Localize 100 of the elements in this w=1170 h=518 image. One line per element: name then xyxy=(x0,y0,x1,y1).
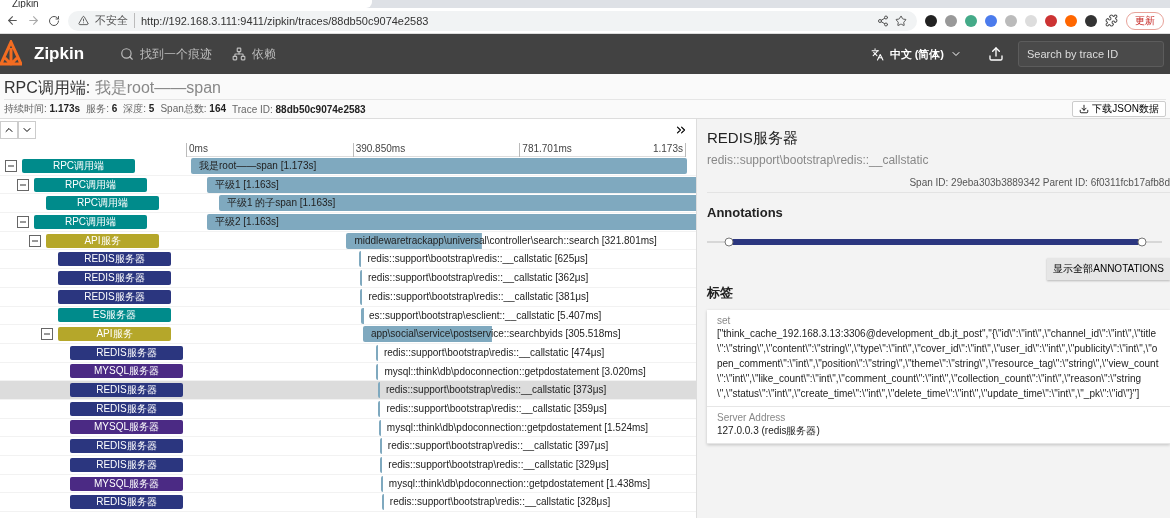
span-service-title: REDIS服务器 xyxy=(707,129,799,148)
address-bar[interactable]: 不安全 http://192.168.3.111:9411/zipkin/traces/88db50c9074e2583 xyxy=(68,10,917,31)
extension-icon[interactable] xyxy=(1085,14,1097,27)
trace-stat: 服务: 6 xyxy=(86,102,118,117)
tag-key: set xyxy=(717,315,1160,326)
upload-icon[interactable] xyxy=(988,46,1004,62)
warning-icon xyxy=(78,15,89,26)
span-row[interactable]: RPC调用端 平级1 [1.163s] xyxy=(0,175,696,195)
service-badge: REDIS服务器 xyxy=(58,252,171,267)
trace-stat: 深度: 5 xyxy=(123,102,155,117)
span-row[interactable]: MYSQL服务器 mysql::think\db\pdoconnection::getpdostatement [1.438ms] xyxy=(0,474,696,494)
span-name-subtitle: redis::support\bootstrap\redis::__callstatic xyxy=(707,153,930,167)
span-row[interactable]: REDIS服务器 redis::support\bootstrap\redis::__callstatic [397μs] xyxy=(0,437,696,456)
span-bar: redis::support\bootstrap\redis::__callstatic [381μs] xyxy=(360,288,589,305)
service-badge: API服务 xyxy=(46,233,159,248)
service-badge: MYSQL服务器 xyxy=(70,476,183,491)
span-bar: redis::support\bootstrap\redis::__callstatic [359μs] xyxy=(378,400,607,417)
trace-stat: 持续时间: 1.173s xyxy=(4,102,81,117)
span-bar: redis::support\bootstrap\redis::__callstatic [625μs] xyxy=(359,251,588,268)
trace-stat: Trace ID: 88db50c9074e2583 xyxy=(232,103,366,115)
annotations-heading: Annotations xyxy=(707,205,784,220)
expand-down-button[interactable] xyxy=(18,121,36,139)
trace-stat: Span总数: 164 xyxy=(160,102,226,117)
span-row[interactable]: MYSQL服务器 mysql::think\db\pdoconnection::getpdostatement [1.524ms] xyxy=(0,418,696,438)
service-badge: API服务 xyxy=(58,327,171,342)
service-badge: REDIS服务器 xyxy=(58,270,171,285)
collapse-icon[interactable] xyxy=(5,159,17,172)
download-icon xyxy=(1079,104,1090,115)
service-badge: RPC调用端 xyxy=(34,177,147,192)
search-icon xyxy=(120,47,135,61)
share-icon[interactable] xyxy=(877,14,889,27)
tag-value: 127.0.0.3 (redis服务器) xyxy=(717,424,821,438)
service-badge: RPC调用端 xyxy=(46,196,159,211)
security-label: 不安全 xyxy=(95,13,135,28)
time-tick: 1.173s xyxy=(650,143,686,157)
span-row[interactable]: REDIS服务器 redis::support\bootstrap\redis::__callstatic [373μs] xyxy=(0,381,696,400)
span-row[interactable]: RPC调用端 我是root——span [1.173s] xyxy=(0,157,696,176)
reload-icon[interactable] xyxy=(48,14,60,27)
update-button[interactable]: 更新 xyxy=(1126,11,1164,30)
span-bar: redis::support\bootstrap\redis::__callstatic [329μs] xyxy=(380,457,609,473)
span-row[interactable]: REDIS服务器 redis::support\bootstrap\redis::__callstatic [329μs] xyxy=(0,456,696,475)
span-bar: 平级1 [1.163s] xyxy=(206,176,696,193)
tag-key: Server Address xyxy=(717,412,1160,423)
service-badge: REDIS服务器 xyxy=(70,383,183,398)
collapse-icon[interactable] xyxy=(41,328,53,341)
span-bar: redis::support\bootstrap\redis::__callstatic [328μs] xyxy=(381,494,611,511)
span-bar: 平级2 [1.163s] xyxy=(206,214,696,231)
service-badge: RPC调用端 xyxy=(34,214,147,229)
collapse-panel-icon[interactable] xyxy=(674,123,688,137)
time-tick: 0ms xyxy=(186,143,208,157)
bookmark-star-icon[interactable] xyxy=(895,14,907,27)
span-bar: redis::support\bootstrap\redis::__callstatic [373μs] xyxy=(377,382,607,399)
expand-up-button[interactable] xyxy=(0,121,18,139)
network-icon xyxy=(232,47,247,61)
span-row[interactable]: ES服务器 es::support\bootstrap\esclient::__callstatic [5.407ms] xyxy=(0,306,696,326)
collapse-icon[interactable] xyxy=(29,234,41,247)
span-bar: 我是root——span [1.173s] xyxy=(191,158,687,174)
span-row[interactable]: REDIS服务器 redis::support\bootstrap\redis::__callstatic [359μs] xyxy=(0,399,696,419)
span-bar: 平级1 的子span [1.163s] xyxy=(218,195,696,212)
trace-id-search-field[interactable]: Search by trace ID xyxy=(1018,41,1164,67)
service-badge: MYSQL服务器 xyxy=(70,364,183,379)
service-badge: REDIS服务器 xyxy=(70,457,183,472)
span-row[interactable]: REDIS服务器 redis::support\bootstrap\redis::__callstatic [381μs] xyxy=(0,287,696,307)
span-row[interactable]: REDIS服务器 redis::support\bootstrap\redis::__callstatic [474μs] xyxy=(0,343,696,363)
extensions-icon[interactable] xyxy=(1105,14,1118,27)
download-json-button[interactable]: 下载JSON数据 xyxy=(1072,101,1166,118)
span-bar: redis::support\bootstrap\redis::__callstatic [397μs] xyxy=(379,438,609,455)
brand-name: Zipkin xyxy=(34,44,85,64)
collapse-icon[interactable] xyxy=(17,215,29,228)
span-bar: redis::support\bootstrap\redis::__callstatic [362μs] xyxy=(359,270,589,287)
extension-icon[interactable] xyxy=(925,14,937,27)
time-tick: 781.701ms xyxy=(519,143,572,157)
service-badge: MYSQL服务器 xyxy=(70,420,183,435)
nav-link[interactable]: 依赖 xyxy=(232,45,277,63)
logo-icon xyxy=(0,40,22,68)
service-badge: REDIS服务器 xyxy=(70,439,183,454)
nav-link[interactable]: 找到一个痕迹 xyxy=(120,45,213,63)
tag-value: ["think_cache_192.168.3.13:3306@development_db.jt_post","{\"id\":\"int\",\"channel_id\":\"int\",\"title\":\"string\",\"content\":\"string\",\"type\":\"int\",\"cover_id\":\"int\",\"user_id\":\"int\",\"publicity\":\"int\",\"open_comment\":\"int\",\"position\":\"string\",\"theme\":\"string\",\"resource_tag\":\"string\",\"view_count\":\"int\",\"like_count\":\"int\",\"comment_count\":\"int\",\"collection_count\":\"int\",\"reason\":\"string\",\"status\":\"int\",\"create_time\":\"int\",\"delete_time\":\"int\",\"update_time\":\"int\",\"_pk\":\"id\"}"] xyxy=(717,327,1160,401)
language-select[interactable]: 中文 (简体) xyxy=(864,45,968,63)
service-badge: REDIS服务器 xyxy=(58,289,171,304)
span-row[interactable]: REDIS服务器 redis::support\bootstrap\redis::__callstatic [328μs] xyxy=(0,493,696,513)
span-bar: mysql::think\db\pdoconnection::getpdostatement [1.438ms] xyxy=(380,475,651,492)
span-row[interactable]: REDIS服务器 redis::support\bootstrap\redis::__callstatic [362μs] xyxy=(0,269,696,288)
url-text: http://192.168.3.111:9411/zipkin/traces/88db50c9074e2583 xyxy=(141,14,429,27)
service-badge: REDIS服务器 xyxy=(70,345,183,360)
back-icon[interactable] xyxy=(6,14,19,27)
span-bar: es::support\bootstrap\esclient::__callstatic [5.407ms] xyxy=(360,307,602,324)
collapse-icon[interactable] xyxy=(17,178,29,191)
service-badge: REDIS服务器 xyxy=(70,401,183,416)
span-row[interactable]: RPC调用端 平级2 [1.163s] xyxy=(0,213,696,232)
span-row[interactable]: REDIS服务器 redis::support\bootstrap\redis::__callstatic [625μs] xyxy=(0,250,696,270)
span-bar: redis::support\bootstrap\redis::__callstatic [474μs] xyxy=(375,344,605,361)
span-row[interactable]: RPC调用端 平级1 的子span [1.163s] xyxy=(0,194,696,214)
tags-heading: 标签 xyxy=(707,284,734,302)
trace-title: RPC调用端: 我是root——span xyxy=(4,78,1166,101)
span-bar: mysql::think\db\pdoconnection::getpdostatement [1.524ms] xyxy=(378,419,649,436)
show-all-annotations-button[interactable]: 显示全部ANNOTATIONS xyxy=(1047,258,1170,280)
span-ids: Span ID: 29eba303b3889342 Parent ID: 6f0311fcb17afb8d xyxy=(707,177,1170,193)
time-tick: 390.850ms xyxy=(352,143,406,157)
service-badge: RPC调用端 xyxy=(22,158,135,173)
